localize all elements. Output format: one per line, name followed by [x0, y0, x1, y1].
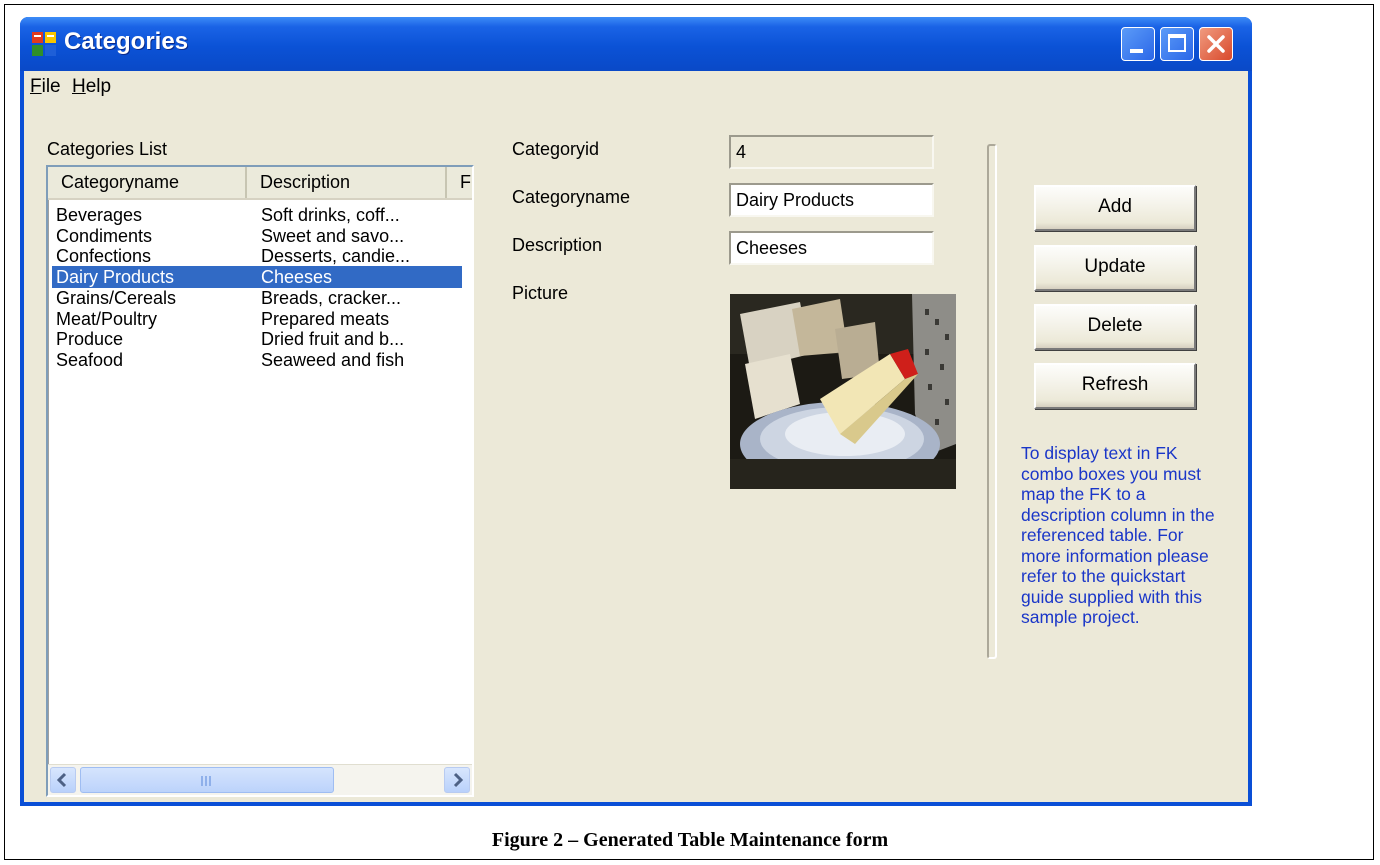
window-title: Categories: [64, 28, 189, 55]
horizontal-scrollbar[interactable]: [48, 764, 472, 795]
list-header: Categoryname Description F: [48, 167, 472, 200]
categories-list[interactable]: Categoryname Description F Beverages Soft…: [46, 165, 474, 797]
list-item[interactable]: Condiments Sweet and savo...: [52, 225, 462, 247]
list-item[interactable]: Confections Desserts, candie...: [52, 245, 462, 267]
close-icon: [1207, 35, 1225, 53]
list-item-description: Desserts, candie...: [261, 246, 411, 267]
vertical-separator: [987, 144, 997, 659]
list-item-categoryname: Seafood: [56, 349, 124, 370]
minimize-icon: [1130, 49, 1143, 53]
menu-bar: File Help: [24, 71, 1248, 101]
menu-file-mnemonic: F: [30, 76, 42, 97]
list-item-categoryname: Dairy Products: [56, 267, 175, 288]
scroll-left-button[interactable]: [50, 767, 76, 793]
chevron-left-icon: [56, 772, 67, 788]
description-field[interactable]: Cheeses: [729, 231, 934, 265]
menu-help-mnemonic: H: [72, 76, 86, 97]
maximize-icon: [1168, 34, 1186, 52]
categoryname-label: Categoryname: [512, 187, 631, 207]
picture-label: Picture: [512, 283, 569, 303]
minimize-button[interactable]: [1121, 27, 1155, 61]
window-client-area: File Help Categories List Categoryname D…: [24, 71, 1248, 802]
list-item-categoryname: Produce: [56, 329, 124, 350]
list-item-categoryname: Confections: [56, 246, 152, 267]
list-item[interactable]: Seafood Seaweed and fish: [52, 349, 462, 371]
list-item-description: Soft drinks, coff...: [261, 205, 400, 225]
list-item-categoryname: Meat/Poultry: [56, 308, 158, 329]
list-item[interactable]: Beverages Soft drinks, coff...: [52, 204, 462, 226]
list-item-description: Sweet and savo...: [261, 225, 405, 246]
delete-button[interactable]: Delete: [1034, 304, 1196, 350]
list-item-description: Dried fruit and b...: [261, 329, 405, 350]
cheese-image: [730, 294, 956, 489]
categories-list-label: Categories List: [47, 139, 168, 159]
grip-icon: [201, 776, 213, 786]
category-picture[interactable]: [730, 294, 956, 489]
list-item-categoryname: Condiments: [56, 225, 153, 246]
list-item-description: Prepared meats: [261, 308, 390, 329]
title-bar[interactable]: Categories: [20, 17, 1252, 71]
chevron-right-icon: [453, 772, 464, 788]
categories-window: Categories File Help Categories List Cat…: [20, 17, 1252, 806]
menu-file[interactable]: File: [30, 76, 61, 98]
list-item[interactable]: Dairy Products Cheeses: [52, 266, 462, 289]
categoryname-field[interactable]: Dairy Products: [729, 183, 934, 217]
categoryid-label: Categoryid: [512, 139, 600, 159]
close-button[interactable]: [1199, 27, 1233, 61]
column-header-categoryname[interactable]: Categoryname: [48, 167, 247, 198]
list-item-description: Breads, cracker...: [261, 287, 402, 308]
update-button[interactable]: Update: [1034, 245, 1196, 291]
app-icon: [32, 32, 56, 56]
list-item-description: Seaweed and fish: [261, 349, 405, 370]
menu-file-label: ile: [41, 76, 61, 97]
description-label: Description: [512, 235, 603, 255]
figure-caption: Figure 2 – Generated Table Maintenance f…: [491, 829, 889, 851]
column-header-description[interactable]: Description: [247, 167, 447, 198]
list-item-categoryname: Grains/Cereals: [56, 287, 177, 308]
maximize-button[interactable]: [1160, 27, 1194, 61]
list-item[interactable]: Grains/Cereals Breads, cracker...: [52, 287, 462, 309]
scroll-right-button[interactable]: [444, 767, 470, 793]
add-button[interactable]: Add: [1034, 185, 1196, 231]
list-item-categoryname: Beverages: [56, 205, 143, 225]
menu-help[interactable]: Help: [72, 76, 111, 98]
list-item[interactable]: Meat/Poultry Prepared meats: [52, 308, 462, 330]
list-item[interactable]: Produce Dried fruit and b...: [52, 328, 462, 350]
refresh-button[interactable]: Refresh: [1034, 363, 1196, 409]
menu-help-label: elp: [85, 76, 112, 97]
fk-help-note: To display text in FK combo boxes you mu…: [1021, 443, 1215, 627]
list-item-description: Cheeses: [261, 267, 333, 288]
scroll-thumb[interactable]: [80, 767, 334, 793]
column-header-picture[interactable]: F: [447, 167, 477, 198]
categoryid-field[interactable]: 4: [729, 135, 934, 169]
